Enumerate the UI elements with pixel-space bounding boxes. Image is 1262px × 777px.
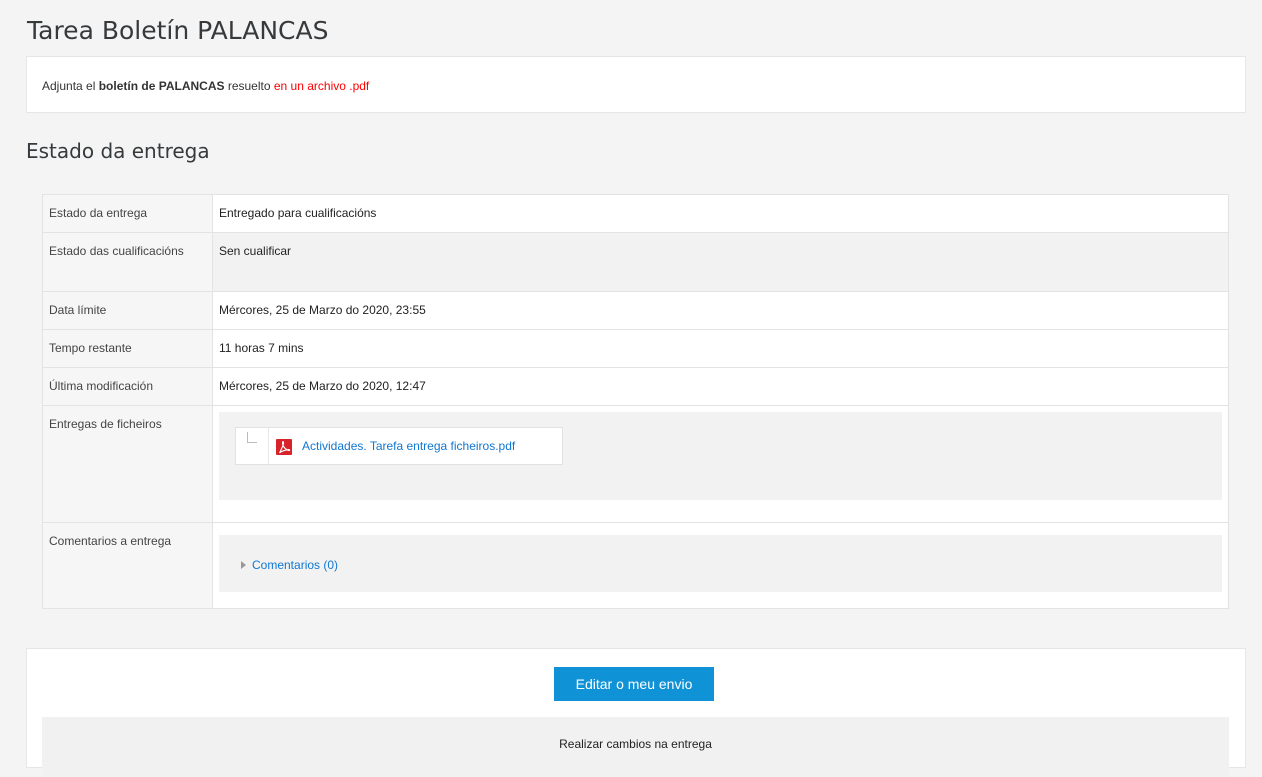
table-row: Data límite Mércores, 25 de Marzo do 202… [42, 291, 1229, 330]
row-label: Estado das cualificacións [42, 232, 213, 292]
row-value: Mércores, 25 de Marzo do 2020, 23:55 [212, 291, 1229, 330]
comments-panel: Comentarios (0) [219, 535, 1222, 592]
intro-red-text: en un archivo .pdf [273, 79, 370, 93]
row-value: 11 horas 7 mins [212, 329, 1229, 368]
file-item: Actividades. Tarefa entrega ficheiros.pd… [235, 427, 563, 465]
assignment-intro: Adjunta el boletín de PALANCAS resuelto … [26, 56, 1246, 113]
submission-actions: Editar o meu envio Realizar cambios na e… [26, 648, 1246, 777]
edit-help-text: Realizar cambios na entrega [42, 717, 1229, 777]
intro-middle: resuelto [224, 79, 274, 93]
table-row: Estado das cualificacións Sen cualificar [42, 232, 1229, 292]
row-value: Entregado para cualificacións [212, 194, 1229, 233]
table-row: Estado da entrega Entregado para cualifi… [42, 194, 1229, 233]
page-title: Tarea Boletín PALANCAS [27, 16, 329, 45]
tree-separator [268, 428, 269, 464]
table-row: Entregas de ficheiros Actividades. Taref… [42, 405, 1229, 523]
file-submissions-cell: Actividades. Tarefa entrega ficheiros.pd… [212, 405, 1229, 523]
file-link[interactable]: Actividades. Tarefa entrega ficheiros.pd… [302, 438, 515, 454]
comments-toggle[interactable]: Comentarios (0) [241, 557, 338, 573]
row-label: Última modificación [42, 367, 213, 406]
comments-link[interactable]: Comentarios (0) [252, 558, 338, 572]
row-label: Entregas de ficheiros [42, 405, 213, 523]
row-value: Mércores, 25 de Marzo do 2020, 12:47 [212, 367, 1229, 406]
tree-branch-icon [247, 432, 257, 443]
file-tree: Actividades. Tarefa entrega ficheiros.pd… [219, 412, 1222, 500]
table-row: Última modificación Mércores, 25 de Marz… [42, 367, 1229, 406]
row-label: Comentarios a entrega [42, 522, 213, 609]
submission-status-table: Estado da entrega Entregado para cualifi… [42, 194, 1229, 609]
intro-prefix: Adjunta el [42, 79, 99, 93]
comments-cell: Comentarios (0) [212, 522, 1229, 609]
caret-right-icon [241, 561, 246, 569]
pdf-icon [276, 439, 292, 455]
row-value: Sen cualificar [212, 232, 1229, 292]
table-row: Tempo restante 11 horas 7 mins [42, 329, 1229, 368]
intro-bold: boletín de PALANCAS [98, 79, 225, 93]
row-label: Tempo restante [42, 329, 213, 368]
section-title: Estado da entrega [26, 139, 210, 163]
table-row: Comentarios a entrega Comentarios (0) [42, 522, 1229, 609]
row-label: Data límite [42, 291, 213, 330]
row-label: Estado da entrega [42, 194, 213, 233]
edit-submission-button[interactable]: Editar o meu envio [554, 667, 714, 701]
